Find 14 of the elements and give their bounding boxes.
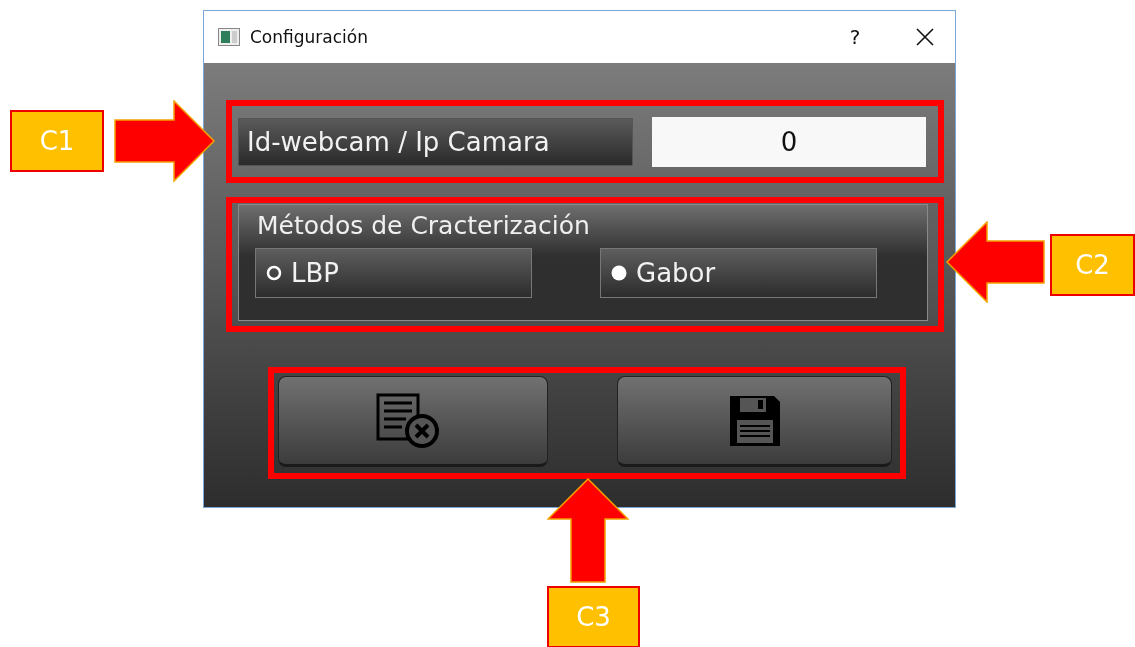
radio-option[interactable]: LBP (255, 248, 532, 298)
help-button[interactable]: ? (825, 17, 885, 57)
window-title: Configuración (250, 27, 369, 47)
radio-option[interactable]: Gabor (600, 248, 877, 298)
camera-input[interactable]: 0 (652, 116, 926, 167)
save-button[interactable] (617, 376, 892, 467)
callout-label: C2 (1050, 234, 1135, 296)
close-icon (916, 28, 934, 46)
callout-label: C3 (547, 586, 640, 647)
group-title: Métodos de Cracterización (256, 211, 591, 240)
clear-button[interactable] (278, 376, 548, 467)
callout-label: C1 (10, 110, 104, 172)
field-label: Id-webcam / Ip Camara (238, 117, 633, 166)
window-icon (218, 28, 240, 46)
